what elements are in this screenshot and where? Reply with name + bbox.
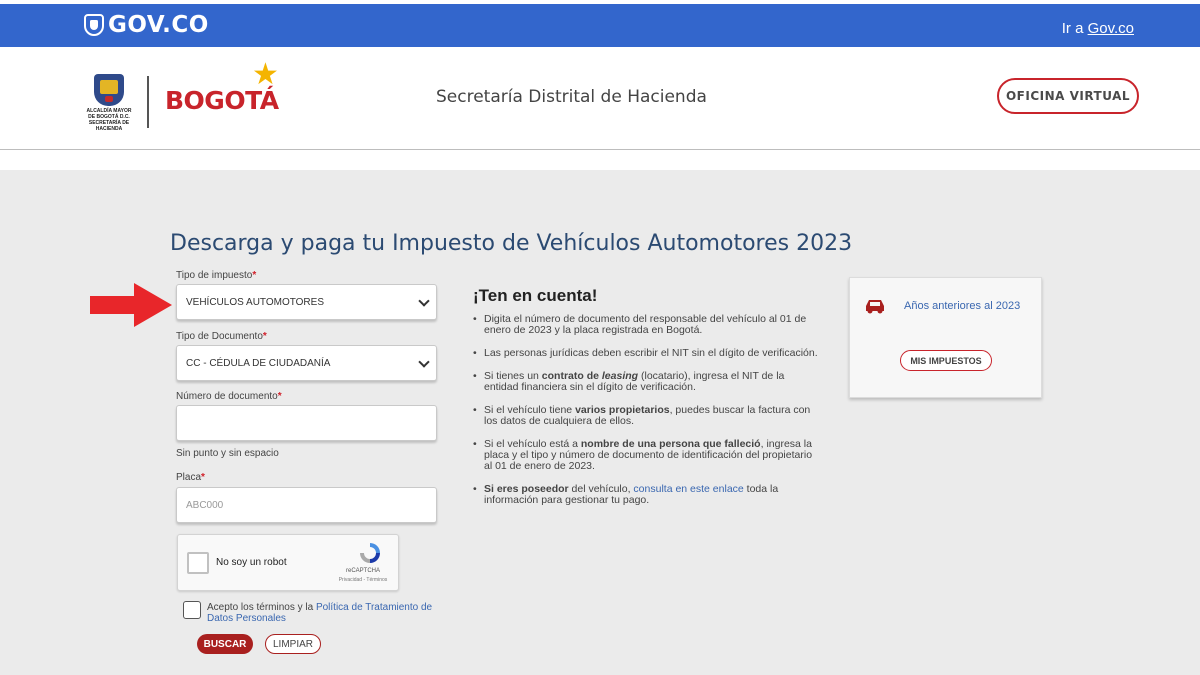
- list-item: Si el vehículo está a nombre de una pers…: [473, 439, 818, 472]
- terms-checkbox[interactable]: [183, 601, 201, 619]
- info-link[interactable]: consulta en este enlace: [633, 483, 743, 495]
- red-arrow-icon: [90, 283, 172, 327]
- recaptcha-label: No soy un robot: [216, 557, 287, 568]
- oficina-virtual-button[interactable]: OFICINA VIRTUAL: [997, 78, 1139, 114]
- tipo-documento-value: CC - CÉDULA DE CIUDADANÍA: [186, 357, 331, 369]
- placa-input[interactable]: ABC000: [176, 487, 437, 523]
- recaptcha-checkbox[interactable]: [187, 552, 209, 574]
- gov-logo[interactable]: GOV.CO: [84, 12, 209, 38]
- terms-label: Acepto los términos y la Política de Tra…: [207, 602, 447, 624]
- list-item: Si tienes un contrato de leasing (locata…: [473, 371, 818, 393]
- list-item: Las personas jurídicas deben escribir el…: [473, 347, 818, 360]
- site-header: ALCALDÍA MAYOR DE BOGOTÁ D.C. SECRETARÍA…: [0, 50, 1200, 150]
- recaptcha-links[interactable]: Privacidad - Términos: [330, 577, 396, 583]
- tipo-documento-label-text: Tipo de Documento: [176, 331, 263, 342]
- recaptcha-widget: No soy un robot reCAPTCHA Privacidad - T…: [177, 534, 399, 591]
- info-item-2: Las personas jurídicas deben escribir el…: [484, 347, 818, 359]
- gov-link[interactable]: Ir a Gov.co: [1062, 20, 1134, 37]
- gov-link-text[interactable]: Gov.co: [1088, 20, 1134, 37]
- gov-bar: GOV.CO Ir a Gov.co: [0, 0, 1200, 50]
- alcaldia-logo-text: ALCALDÍA MAYOR DE BOGOTÁ D.C. SECRETARÍA…: [86, 108, 132, 132]
- placa-label: Placa*: [176, 472, 205, 483]
- limpiar-button[interactable]: LIMPIAR: [265, 634, 321, 654]
- car-icon: [866, 300, 884, 314]
- star-icon: ★: [252, 58, 279, 91]
- numero-documento-input[interactable]: [176, 405, 437, 441]
- info-list: Digita el número de documento del respon…: [473, 314, 818, 506]
- mis-impuestos-button[interactable]: MIS IMPUESTOS: [900, 350, 992, 371]
- numero-documento-label: Número de documento*: [176, 391, 282, 402]
- required-mark: *: [252, 270, 257, 281]
- secretaria-title: Secretaría Distrital de Hacienda: [436, 87, 707, 107]
- gov-bar-background: GOV.CO Ir a Gov.co: [0, 4, 1200, 47]
- main-content: Descarga y paga tu Impuesto de Vehículos…: [0, 170, 1200, 675]
- alcaldia-logo[interactable]: ALCALDÍA MAYOR DE BOGOTÁ D.C. SECRETARÍA…: [82, 74, 136, 136]
- numero-documento-hint: Sin punto y sin espacio: [176, 448, 279, 459]
- tipo-impuesto-label-text: Tipo de impuesto: [176, 270, 253, 281]
- list-item: Si el vehículo tiene varios propietarios…: [473, 405, 818, 427]
- crest-icon: [94, 74, 124, 106]
- gov-shield-icon: [84, 14, 104, 36]
- list-item: Si eres poseedor del vehículo, consulta …: [473, 484, 818, 506]
- placa-placeholder: ABC000: [186, 499, 224, 511]
- side-card: Años anteriores al 2023 MIS IMPUESTOS: [849, 277, 1042, 398]
- numero-documento-label-text: Número de documento: [176, 391, 278, 402]
- tipo-impuesto-label: Tipo de impuesto*: [176, 270, 256, 281]
- gov-link-prefix: Ir a: [1061, 20, 1084, 37]
- anos-anteriores-link[interactable]: Años anteriores al 2023: [904, 301, 1024, 312]
- tipo-documento-select[interactable]: CC - CÉDULA DE CIUDADANÍA: [176, 345, 437, 381]
- chevron-down-icon: [418, 356, 430, 368]
- placa-label-text: Placa: [176, 472, 202, 483]
- header-divider: [147, 76, 149, 128]
- gov-logo-text: GOV.CO: [108, 12, 209, 38]
- recaptcha-icon: [360, 543, 380, 563]
- tipo-impuesto-select[interactable]: VEHÍCULOS AUTOMOTORES: [176, 284, 437, 320]
- info-item-1: Digita el número de documento del respon…: [484, 313, 807, 336]
- chevron-down-icon: [418, 295, 430, 307]
- required-mark: *: [277, 391, 282, 402]
- recaptcha-brand: reCAPTCHA: [345, 568, 380, 574]
- required-mark: *: [201, 472, 205, 483]
- tipo-impuesto-value: VEHÍCULOS AUTOMOTORES: [186, 296, 324, 308]
- list-item: Digita el número de documento del respon…: [473, 314, 818, 336]
- required-mark: *: [262, 331, 267, 342]
- page-title: Descarga y paga tu Impuesto de Vehículos…: [170, 231, 853, 256]
- buscar-button[interactable]: BUSCAR: [197, 634, 253, 654]
- terms-prefix: Acepto los términos y la: [207, 602, 316, 613]
- tipo-documento-label: Tipo de Documento*: [176, 331, 267, 342]
- info-title: ¡Ten en cuenta!: [473, 286, 598, 305]
